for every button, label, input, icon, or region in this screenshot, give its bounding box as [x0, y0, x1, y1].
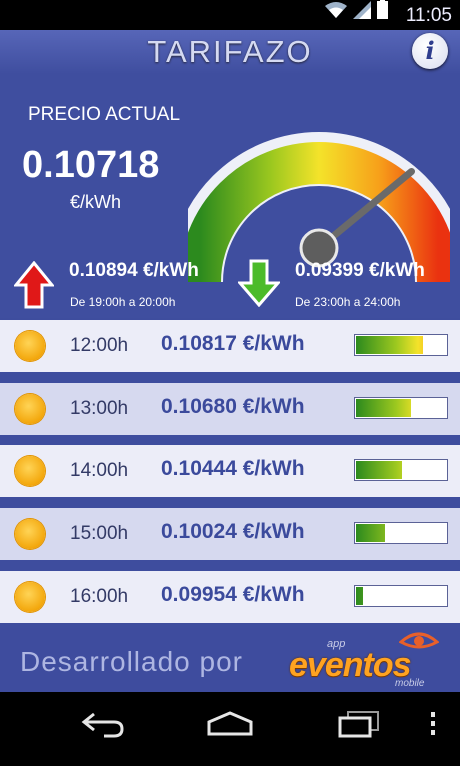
- current-price-label: PRECIO ACTUAL: [28, 104, 181, 125]
- hour-row[interactable]: 16:00h 0.09954 €/kWh: [0, 571, 460, 623]
- home-icon[interactable]: [206, 710, 254, 738]
- eventos-logo[interactable]: app eventos mobile: [287, 630, 447, 690]
- current-price-unit: €/kWh: [70, 192, 122, 212]
- price-level-fill: [356, 524, 385, 542]
- price-level-bar: [354, 522, 448, 544]
- status-bar: 11:05: [0, 0, 460, 30]
- status-icons: [325, 0, 388, 24]
- hour-label: 13:00h: [70, 398, 129, 419]
- hour-price: 0.10680 €/kWh: [161, 395, 305, 418]
- price-level-bar: [354, 334, 448, 356]
- sun-icon: [15, 519, 45, 549]
- down-arrow-icon: [238, 259, 280, 307]
- hour-price: 0.10024 €/kWh: [161, 520, 305, 543]
- current-price-panel: PRECIO ACTUAL 0.10718 €/kWh 0.10894 €/kW…: [0, 74, 460, 318]
- hour-price: 0.10817 €/kWh: [161, 332, 305, 355]
- hour-row[interactable]: 15:00h 0.10024 €/kWh: [0, 508, 460, 560]
- sun-icon: [15, 456, 45, 486]
- price-level-bar: [354, 397, 448, 419]
- developed-by-label: Desarrollado por: [20, 646, 243, 677]
- app-title: TARIFAZO: [147, 34, 313, 69]
- overflow-menu-icon[interactable]: [428, 710, 438, 738]
- status-time: 11:05: [405, 5, 452, 26]
- price-level-fill: [356, 336, 424, 354]
- sun-icon: [15, 394, 45, 424]
- hour-row[interactable]: 14:00h 0.10444 €/kWh: [0, 445, 460, 497]
- price-level-bar: [354, 585, 448, 607]
- sun-icon: [15, 331, 45, 361]
- back-icon[interactable]: [80, 710, 126, 740]
- sun-icon: [15, 582, 45, 612]
- info-icon: i: [425, 36, 435, 65]
- up-arrow-icon: [14, 261, 54, 309]
- app-screen: TARIFAZO i PRECIO ACTUAL 0.10718 €/kWh 0…: [0, 30, 460, 692]
- hourly-price-list: 12:00h 0.10817 €/kWh 13:00h 0.10680 €/kW…: [0, 318, 460, 628]
- price-level-bar: [354, 459, 448, 481]
- hour-label: 16:00h: [70, 586, 129, 607]
- logo-mobile-word: mobile: [395, 678, 425, 689]
- min-price: 0.09399 €/kWh: [295, 260, 425, 281]
- min-price-time: De 23:00h a 24:00h: [295, 295, 401, 309]
- title-bar: TARIFAZO i: [0, 30, 460, 75]
- battery-icon: [377, 0, 388, 24]
- wifi-icon: [325, 1, 347, 24]
- info-button[interactable]: i: [412, 33, 448, 69]
- max-price: 0.10894 €/kWh: [69, 260, 199, 281]
- footer-banner: Desarrollado por app eventos mobile: [0, 628, 460, 692]
- price-level-fill: [356, 461, 402, 479]
- price-level-fill: [356, 399, 412, 417]
- hour-label: 15:00h: [70, 523, 129, 544]
- current-price-value: 0.10718: [22, 144, 160, 186]
- hour-price: 0.09954 €/kWh: [161, 583, 305, 606]
- max-price-time: De 19:00h a 20:00h: [70, 295, 176, 309]
- logo-name: eventos: [289, 646, 411, 684]
- navigation-bar: [0, 692, 460, 766]
- signal-icon: [353, 1, 371, 24]
- hour-label: 14:00h: [70, 460, 129, 481]
- hour-row[interactable]: 12:00h 0.10817 €/kWh: [0, 320, 460, 372]
- price-level-fill: [356, 587, 364, 605]
- hour-label: 12:00h: [70, 335, 129, 356]
- recents-icon[interactable]: [336, 710, 382, 738]
- hour-price: 0.10444 €/kWh: [161, 457, 305, 480]
- hour-row[interactable]: 13:00h 0.10680 €/kWh: [0, 383, 460, 435]
